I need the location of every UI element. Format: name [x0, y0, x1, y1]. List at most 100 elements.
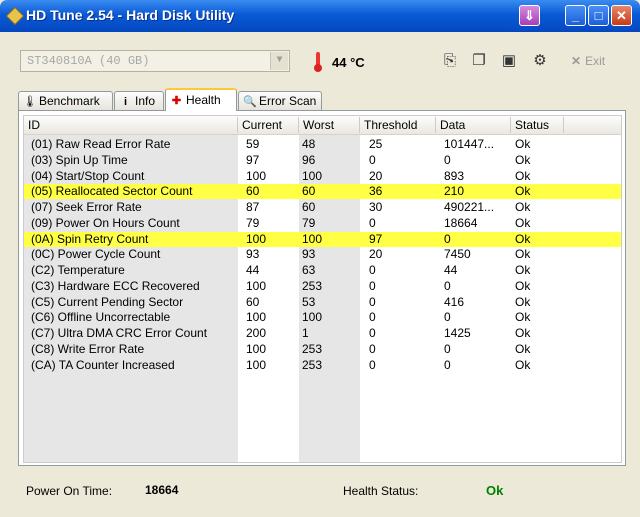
cell-status: Ok — [515, 326, 531, 340]
table-row[interactable]: (0A) Spin Retry Count 100 100 97 0 Ok — [24, 231, 621, 247]
cell-threshold: 0 — [369, 310, 376, 325]
cell-threshold: 30 — [369, 200, 383, 214]
app-icon — [5, 6, 25, 26]
cell-worst: 253 — [302, 357, 323, 372]
cell-status: Ok — [515, 200, 531, 214]
tab-label: Error Scan — [259, 94, 317, 108]
table-row[interactable]: (09) Power On Hours Count 79 79 0 18664 Ok — [24, 216, 621, 231]
smart-table[interactable]: ID Current Worst Threshold Data Status (… — [23, 115, 622, 463]
column-header[interactable]: Data — [436, 117, 511, 133]
table-row[interactable]: (0C) Power Cycle Count 93 93 20 7450 Ok — [24, 247, 621, 262]
table-row[interactable]: (CA) TA Counter Increased 100 253 0 0 Ok — [24, 358, 621, 373]
cell-worst: 253 — [302, 278, 323, 293]
table-row[interactable]: (C3) Hardware ECC Recovered 100 253 0 0 Ok — [24, 279, 621, 294]
tab-label: Benchmark — [39, 94, 100, 108]
column-header[interactable]: Status — [511, 117, 564, 133]
table-row[interactable]: (C6) Offline Uncorrectable 100 100 0 0 Ok — [24, 310, 621, 325]
cell-status: Ok — [515, 215, 531, 230]
drive-select-value: ST340810A (40 GB) — [27, 54, 150, 68]
tab-benchmark[interactable]: 🌡 Benchmark — [18, 91, 113, 110]
tab-label: Health — [186, 93, 221, 107]
cell-data: 101447... — [444, 137, 495, 151]
column-header[interactable]: ID — [24, 117, 238, 133]
error-scan-icon: 🔍 — [243, 96, 257, 108]
column-header[interactable]: Threshold — [360, 117, 436, 133]
cell-worst: 53 — [302, 294, 316, 309]
cell-current: 44 — [246, 263, 260, 277]
cell-status: Ok — [515, 278, 531, 293]
health-status-label: Health Status: — [343, 484, 419, 498]
cell-threshold: 25 — [369, 137, 383, 151]
table-header: ID Current Worst Threshold Data Status — [24, 116, 621, 135]
title-bar[interactable]: HD Tune 2.54 - Hard Disk Utility ⇓ _ □ ✕ — [0, 0, 640, 32]
cell-status: Ok — [515, 357, 531, 372]
cell-data: 0 — [444, 278, 451, 293]
cell-threshold: 0 — [369, 152, 376, 167]
cell-id: (05) Reallocated Sector Count — [31, 184, 193, 199]
cell-data: 210 — [444, 184, 465, 199]
cell-id: (CA) TA Counter Increased — [31, 357, 175, 372]
column-header[interactable]: Current — [238, 117, 299, 133]
cell-current: 79 — [246, 215, 260, 230]
cell-id: (C5) Current Pending Sector — [31, 294, 184, 309]
table-row[interactable]: (03) Spin Up Time 97 96 0 0 Ok — [24, 153, 621, 168]
table-row[interactable]: (C7) Ultra DMA CRC Error Count 200 1 0 1425 O… — [24, 326, 621, 341]
cell-current: 93 — [246, 247, 260, 262]
table-row[interactable]: (05) Reallocated Sector Count 60 60 36 210 Ok — [24, 184, 621, 200]
table-row[interactable]: (C5) Current Pending Sector 60 53 0 416 Ok — [24, 295, 621, 310]
cell-id: (01) Raw Read Error Rate — [31, 137, 171, 151]
cell-data: 0 — [444, 341, 451, 356]
cell-id: (0A) Spin Retry Count — [31, 231, 149, 246]
cell-threshold: 0 — [369, 263, 376, 277]
column-header[interactable]: Worst — [299, 117, 360, 133]
tab-error-scan[interactable]: 🔍 Error Scan — [238, 91, 322, 110]
cell-data: 490221... — [444, 200, 495, 214]
tab-info[interactable]: i Info — [114, 91, 164, 110]
cell-current: 100 — [246, 341, 267, 356]
cell-data: 1425 — [444, 326, 471, 340]
options-icon[interactable]: ⚙ — [530, 51, 550, 71]
cell-data: 0 — [444, 357, 451, 372]
cell-current: 60 — [246, 184, 260, 199]
tab-label: Info — [135, 94, 156, 108]
cell-id: (03) Spin Up Time — [31, 152, 128, 167]
cell-status: Ok — [515, 310, 531, 325]
cell-id: (09) Power On Hours Count — [31, 215, 180, 230]
cell-worst: 96 — [302, 152, 316, 167]
table-row[interactable]: (07) Seek Error Rate 87 60 30 490221... Ok — [24, 200, 621, 215]
download-icon[interactable]: ⇓ — [519, 5, 540, 26]
cell-data: 18664 — [444, 215, 478, 230]
exit-icon: ✕ — [571, 54, 582, 68]
cell-current: 100 — [246, 231, 267, 246]
cell-worst: 48 — [302, 137, 316, 151]
cell-data: 44 — [444, 263, 458, 277]
cell-current: 100 — [246, 357, 267, 372]
power-on-value: 18664 — [145, 483, 179, 497]
table-row[interactable]: (04) Start/Stop Count 100 100 20 893 Ok — [24, 169, 621, 184]
table-row[interactable]: (C2) Temperature 44 63 0 44 Ok — [24, 263, 621, 278]
close-button[interactable]: ✕ — [611, 5, 632, 26]
copy-icon[interactable]: ⎘ — [440, 51, 460, 71]
power-on-label: Power On Time: — [26, 484, 113, 498]
minimize-button[interactable]: _ — [565, 5, 586, 26]
cell-threshold: 20 — [369, 247, 383, 262]
chevron-down-icon[interactable]: ▼ — [270, 52, 288, 70]
exit-button[interactable]: ✕ Exit — [571, 54, 605, 68]
cell-status: Ok — [515, 294, 531, 309]
cell-status: Ok — [515, 341, 531, 356]
cell-worst: 93 — [302, 247, 316, 262]
thermometer-icon — [314, 52, 322, 72]
drive-select[interactable]: ST340810A (40 GB) ▼ — [20, 50, 290, 72]
cell-id: (C2) Temperature — [31, 263, 125, 277]
save-icon[interactable]: ▣ — [499, 51, 519, 71]
table-row[interactable]: (C8) Write Error Rate 100 253 0 0 Ok — [24, 342, 621, 357]
table-row[interactable]: (01) Raw Read Error Rate 59 48 25 101447... O… — [24, 137, 621, 152]
maximize-button[interactable]: □ — [588, 5, 609, 26]
copy-all-icon[interactable]: ❐ — [469, 51, 489, 71]
health-status-value: Ok — [486, 483, 504, 498]
cell-threshold: 0 — [369, 278, 376, 293]
cell-current: 100 — [246, 168, 267, 183]
cell-worst: 63 — [302, 263, 316, 277]
cell-id: (07) Seek Error Rate — [31, 200, 142, 214]
tab-health[interactable]: ✚ Health — [165, 88, 237, 111]
